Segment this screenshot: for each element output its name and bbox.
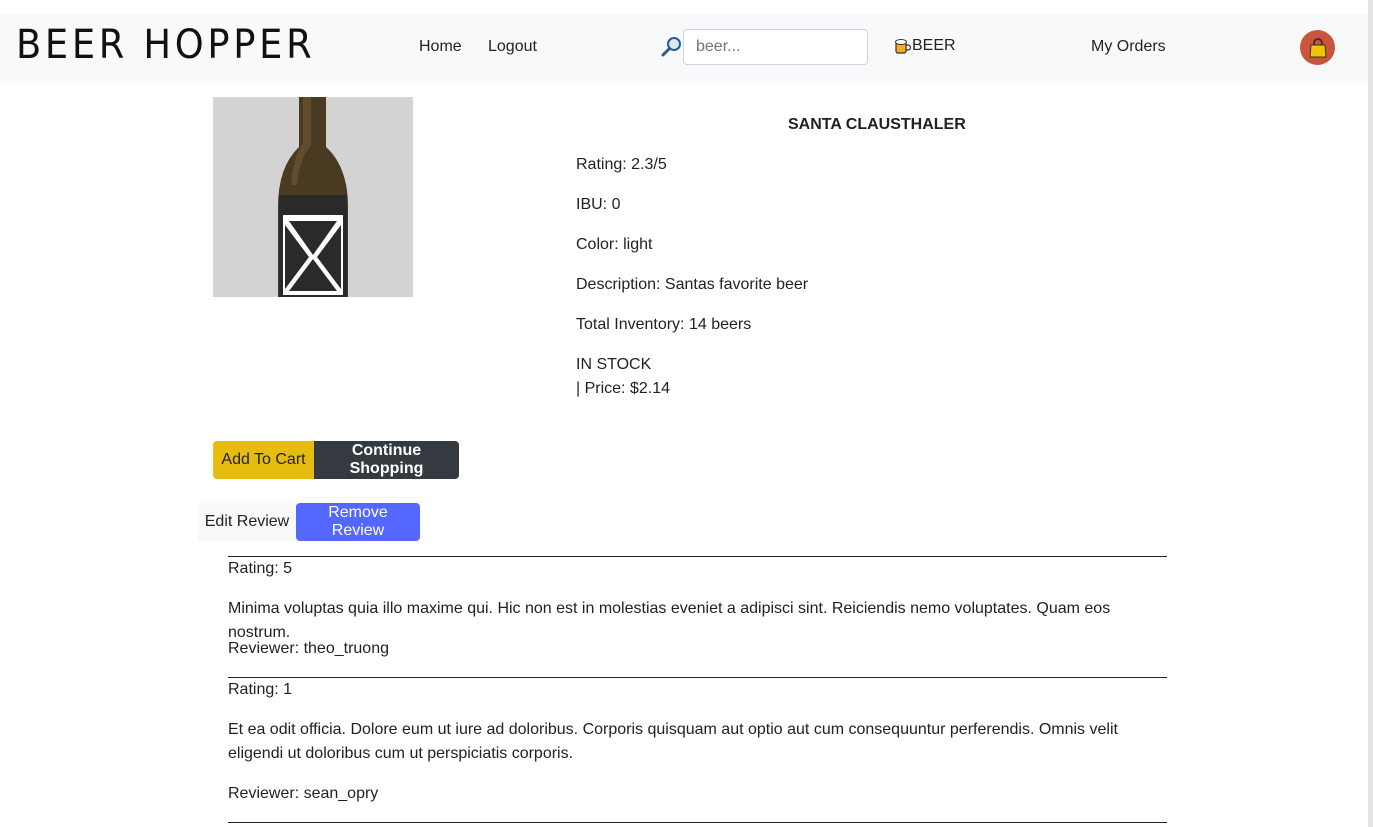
add-to-cart-button[interactable]: Add To Cart — [213, 441, 314, 479]
shopping-bag-icon — [1308, 37, 1327, 57]
product-rating: Rating: 2.3/5 — [576, 156, 667, 173]
product-price: | Price: $2.14 — [576, 380, 670, 397]
review-rating: Rating: 1 — [228, 681, 293, 698]
nav-logout-link[interactable]: Logout — [488, 38, 537, 56]
nav-home-link[interactable]: Home — [419, 38, 462, 56]
product-title: SANTA CLAUSTHALER — [788, 116, 966, 133]
beer-nav-button[interactable]: BEER — [893, 37, 956, 55]
review-divider — [228, 822, 1167, 823]
stock-status: IN STOCK — [576, 356, 652, 373]
continue-shopping-button[interactable]: Continue Shopping — [314, 441, 459, 479]
review-text: Et ea odit officia. Dolore eum ut iure a… — [228, 721, 1118, 762]
beer-mug-icon — [895, 39, 911, 54]
edit-review-button[interactable]: Edit Review — [198, 503, 296, 541]
search-input[interactable] — [683, 29, 868, 65]
product-inventory: Total Inventory: 14 beers — [576, 316, 752, 333]
review-reviewer: Reviewer: theo_truong — [228, 640, 389, 657]
scrollbar[interactable] — [1368, 0, 1373, 827]
product-color: Color: light — [576, 236, 653, 253]
product-description: Description: Santas favorite beer — [576, 276, 809, 293]
review-rating: Rating: 5 — [228, 560, 293, 577]
top-strip — [0, 0, 1373, 14]
product-ibu: IBU: 0 — [576, 196, 621, 213]
cart-button[interactable] — [1300, 30, 1335, 65]
product-image — [213, 97, 413, 297]
navbar: BEER HOPPER Home Logout BEER My Orders — [0, 14, 1368, 81]
nav-my-orders-link[interactable]: My Orders — [1091, 38, 1166, 56]
review-reviewer: Reviewer: sean_opry — [228, 785, 379, 802]
remove-review-button[interactable]: Remove Review — [296, 503, 420, 541]
beer-nav-label: BEER — [912, 37, 956, 54]
brand-logo[interactable]: BEER HOPPER — [16, 22, 315, 68]
magnifier-icon — [661, 36, 683, 58]
